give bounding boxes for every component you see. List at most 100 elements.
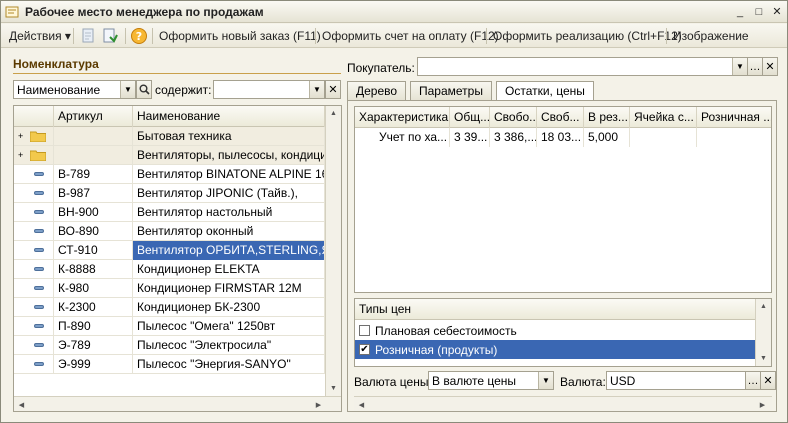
- contains-label: содержит:: [155, 83, 212, 97]
- column-reserved[interactable]: В рез...: [584, 107, 630, 128]
- article-cell: К-8888: [54, 260, 133, 279]
- new-order-button[interactable]: Оформить новый заказ (F11): [159, 28, 321, 44]
- table-row[interactable]: Э-999 Пылесос "Энергия-SANYO": [14, 355, 325, 374]
- price-types-header: Типы цен: [355, 299, 755, 320]
- table-row[interactable]: Учет по ха... 3 39... 3 386,... 18 03... 5,0…: [355, 128, 771, 147]
- scroll-right-icon[interactable]: ▶: [755, 397, 770, 412]
- clear-icon[interactable]: ✕: [762, 57, 778, 76]
- toolbar-separator: [315, 28, 316, 44]
- column-free[interactable]: Свобо...: [490, 107, 537, 128]
- vertical-scrollbar[interactable]: ▲ ▼: [325, 106, 341, 396]
- article-cell: В-789: [54, 165, 133, 184]
- realization-button[interactable]: Оформить реализацию (Ctrl+F12): [493, 28, 682, 44]
- scroll-down-icon[interactable]: ▼: [326, 381, 341, 396]
- chevron-down-icon[interactable]: ▼: [538, 372, 553, 389]
- scroll-up-icon[interactable]: ▲: [326, 106, 341, 121]
- actions-menu-button[interactable]: Действия ▾: [9, 28, 71, 44]
- currency-price-select[interactable]: В валюте цены ▼: [428, 371, 554, 390]
- nomenclature-table[interactable]: Артикул Наименование + Бытовая техника + Ве…: [13, 105, 342, 412]
- checkbox[interactable]: [359, 325, 370, 336]
- name-cell: Вентилятор JIPONIC (Тайв.),: [133, 184, 325, 203]
- help-icon[interactable]: ?: [130, 27, 148, 45]
- article-cell: ВО-890: [54, 222, 133, 241]
- column-name[interactable]: Наименование: [133, 106, 325, 127]
- column-free2[interactable]: Своб...: [537, 107, 584, 128]
- group-row[interactable]: + Вентиляторы, пылесосы, кондиционеры: [14, 146, 325, 165]
- price-type-item[interactable]: Плановая себестоимость: [355, 321, 755, 340]
- stock-cell: 18 03...: [537, 128, 584, 147]
- price-type-item[interactable]: ✔ Розничная (продукты): [355, 340, 755, 359]
- table-row[interactable]: ВО-890 Вентилятор оконный: [14, 222, 325, 241]
- item-icon: [34, 229, 44, 233]
- row-icon-cell: [14, 241, 54, 260]
- stock-cell: [630, 128, 697, 147]
- column-total[interactable]: Общ...: [450, 107, 490, 128]
- buyer-label: Покупатель:: [347, 61, 415, 75]
- table-row[interactable]: К-2300 Кондиционер БК-2300: [14, 298, 325, 317]
- clear-icon[interactable]: ✕: [760, 371, 776, 390]
- chevron-down-icon[interactable]: ▼: [732, 58, 747, 75]
- name-cell: Кондиционер ELEKTA: [133, 260, 325, 279]
- tab-content: Характеристика Общ... Свобо... Своб... В…: [347, 100, 777, 412]
- table-row[interactable]: СТ-910 Вентилятор ОРБИТА,STERLING,ЯП.: [14, 241, 325, 260]
- row-icon-cell: +: [14, 146, 54, 165]
- table-row[interactable]: П-890 Пылесос "Омега" 1250вт: [14, 317, 325, 336]
- group-row[interactable]: + Бытовая техника: [14, 127, 325, 146]
- vertical-scrollbar[interactable]: ▲ ▼: [755, 299, 771, 366]
- invoice-button[interactable]: Оформить счет на оплату (F12): [322, 28, 499, 44]
- expand-icon[interactable]: +: [18, 146, 23, 164]
- column-article[interactable]: Артикул: [54, 106, 133, 127]
- scroll-left-icon[interactable]: ◀: [354, 397, 369, 412]
- table-row[interactable]: В-987 Вентилятор JIPONIC (Тайв.),: [14, 184, 325, 203]
- column-retail[interactable]: Розничная ...: [697, 107, 771, 128]
- item-icon: [34, 362, 44, 366]
- clear-icon[interactable]: ✕: [325, 80, 341, 99]
- close-button[interactable]: ✕: [769, 4, 785, 19]
- tab-parameters[interactable]: Параметры: [410, 81, 492, 100]
- stock-cell: Учет по ха...: [355, 128, 450, 147]
- horizontal-scrollbar[interactable]: ◀ ▶: [354, 396, 772, 411]
- heading-underline: [13, 73, 341, 74]
- contains-input[interactable]: ▼: [213, 80, 325, 99]
- name-cell: Пылесос "Энергия-SANYO": [133, 355, 325, 374]
- table-row[interactable]: Э-789 Пылесос "Электросила": [14, 336, 325, 355]
- scroll-down-icon[interactable]: ▼: [756, 351, 771, 366]
- stock-table[interactable]: Характеристика Общ... Свобо... Своб... В…: [354, 106, 772, 293]
- filter-field-select[interactable]: Наименование ▼: [13, 80, 136, 99]
- browse-button[interactable]: …: [745, 371, 761, 390]
- item-icon: [34, 248, 44, 252]
- row-icon-cell: [14, 165, 54, 184]
- maximize-button[interactable]: □: [751, 4, 767, 19]
- browse-button[interactable]: …: [747, 57, 763, 76]
- currency-input[interactable]: USD: [606, 371, 746, 390]
- expand-icon[interactable]: +: [18, 127, 23, 145]
- table-row[interactable]: К-980 Кондиционер FIRMSTAR 12М: [14, 279, 325, 298]
- checkbox[interactable]: ✔: [359, 344, 370, 355]
- image-button[interactable]: Изображение: [673, 28, 749, 44]
- tab-stock-prices[interactable]: Остатки, цены: [496, 81, 594, 101]
- scroll-right-icon[interactable]: ▶: [311, 397, 326, 411]
- toolbar-separator: [125, 28, 126, 44]
- row-icon-cell: +: [14, 127, 54, 146]
- search-icon[interactable]: [136, 80, 152, 99]
- document-icon[interactable]: [79, 27, 97, 45]
- column-characteristic[interactable]: Характеристика: [355, 107, 450, 128]
- tab-tree[interactable]: Дерево: [347, 81, 407, 100]
- table-row[interactable]: В-789Вентилятор BINATONE ALPINE 160вт: [14, 165, 325, 184]
- article-cell: К-980: [54, 279, 133, 298]
- table-row[interactable]: ВН-900 Вентилятор настольный: [14, 203, 325, 222]
- row-icon-cell: [14, 336, 54, 355]
- chevron-down-icon[interactable]: ▼: [309, 81, 324, 98]
- horizontal-scrollbar[interactable]: ◀ ▶: [14, 396, 341, 411]
- table-row[interactable]: К-8888 Кондиционер ELEKTA: [14, 260, 325, 279]
- chevron-down-icon[interactable]: ▼: [120, 81, 135, 98]
- name-cell: Вентилятор настольный: [133, 203, 325, 222]
- scroll-up-icon[interactable]: ▲: [756, 299, 771, 314]
- minimize-button[interactable]: _: [732, 4, 748, 19]
- column-cell[interactable]: Ячейка с...: [630, 107, 697, 128]
- price-types-list[interactable]: Типы цен Плановая себестоимость ✔ Рознична…: [354, 298, 772, 367]
- document-arrow-icon[interactable]: [101, 27, 119, 45]
- buyer-input[interactable]: ▼: [417, 57, 748, 76]
- price-type-label: Розничная (продукты): [375, 343, 498, 357]
- scroll-left-icon[interactable]: ◀: [14, 397, 29, 411]
